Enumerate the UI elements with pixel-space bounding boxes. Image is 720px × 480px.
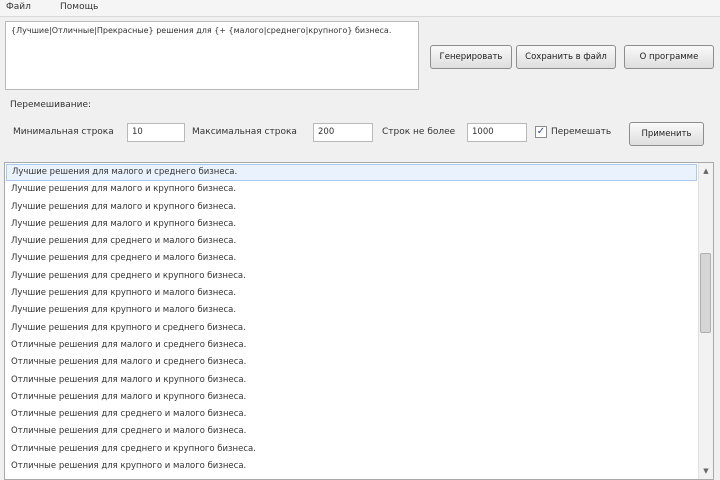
list-item[interactable]: Лучшие решения для среднего и малого биз… bbox=[6, 250, 697, 267]
list-item[interactable]: Лучшие решения для крупного и среднего б… bbox=[6, 320, 697, 337]
template-input[interactable]: {Лучшие|Отличные|Прекрасные} решения для… bbox=[5, 21, 419, 90]
list-item[interactable]: Отличные решения для малого и среднего б… bbox=[6, 337, 697, 354]
about-button[interactable]: О программе bbox=[624, 45, 714, 69]
line-limit-field[interactable]: 1000 bbox=[467, 123, 527, 142]
menu-help[interactable]: Помощь bbox=[60, 2, 98, 12]
list-item[interactable]: Лучшие решения для малого и крупного биз… bbox=[6, 216, 697, 233]
result-list[interactable]: Лучшие решения для малого и среднего биз… bbox=[4, 162, 714, 480]
scroll-thumb[interactable] bbox=[700, 253, 711, 333]
scroll-up-icon[interactable]: ▲ bbox=[701, 165, 711, 177]
list-item[interactable]: Лучшие решения для среднего и крупного б… bbox=[6, 268, 697, 285]
apply-button[interactable]: Применить bbox=[629, 122, 704, 146]
list-item[interactable]: Лучшие решения для крупного и малого биз… bbox=[6, 302, 697, 319]
scroll-down-icon[interactable]: ▼ bbox=[701, 465, 711, 477]
vertical-scrollbar[interactable]: ▲ ▼ bbox=[698, 163, 713, 479]
list-item[interactable]: Отличные решения для малого и крупного б… bbox=[6, 372, 697, 389]
list-item[interactable]: Отличные решения для среднего и малого б… bbox=[6, 423, 697, 440]
max-line-field[interactable]: 200 bbox=[313, 123, 373, 142]
menu-bar: Файл Помощь bbox=[0, 0, 720, 17]
menu-file[interactable]: Файл bbox=[6, 2, 31, 12]
list-item[interactable]: Отличные решения для среднего и крупного… bbox=[6, 441, 697, 458]
list-item[interactable]: Отличные решения для крупного и малого б… bbox=[6, 458, 697, 475]
list-item[interactable]: Лучшие решения для крупного и малого биз… bbox=[6, 285, 697, 302]
shuffle-label: Перемешать bbox=[551, 127, 612, 137]
list-item[interactable]: Лучшие решения для малого и среднего биз… bbox=[6, 164, 697, 182]
max-line-label: Максимальная строка bbox=[192, 127, 297, 137]
min-line-label: Минимальная строка bbox=[13, 127, 114, 137]
list-item[interactable]: Лучшие решения для малого и крупного биз… bbox=[6, 199, 697, 216]
list-item[interactable]: Лучшие решения для среднего и малого биз… bbox=[6, 233, 697, 250]
save-to-file-button[interactable]: Сохранить в файл bbox=[516, 45, 616, 69]
list-item[interactable]: Отличные решения для среднего и малого б… bbox=[6, 406, 697, 423]
result-items: Лучшие решения для малого и среднего биз… bbox=[6, 164, 697, 475]
group-label: Перемешивание: bbox=[10, 100, 92, 110]
min-line-field[interactable]: 10 bbox=[127, 123, 185, 142]
line-limit-label: Строк не более bbox=[382, 127, 456, 137]
list-item[interactable]: Лучшие решения для малого и крупного биз… bbox=[6, 181, 697, 198]
list-item[interactable]: Отличные решения для малого и крупного б… bbox=[6, 389, 697, 406]
generate-button[interactable]: Генерировать bbox=[430, 45, 512, 69]
list-item[interactable]: Отличные решения для малого и среднего б… bbox=[6, 354, 697, 371]
shuffle-checkbox[interactable]: ✓ bbox=[535, 126, 547, 138]
